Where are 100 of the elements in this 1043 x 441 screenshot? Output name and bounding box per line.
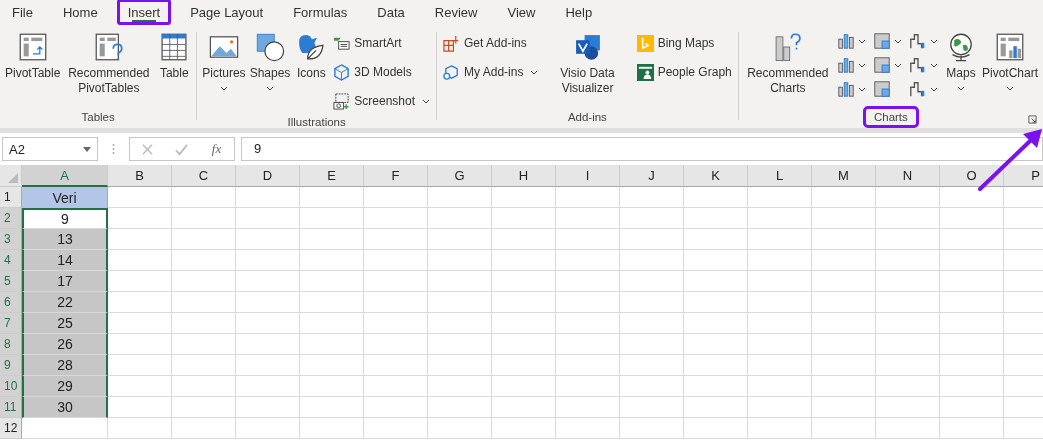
row-header[interactable]: 2 bbox=[0, 208, 22, 229]
caret-icon bbox=[930, 38, 938, 44]
ribbon-tab[interactable]: Help bbox=[555, 0, 603, 24]
grid-cell bbox=[684, 313, 748, 334]
grid-cell bbox=[364, 229, 428, 250]
row-header[interactable]: 9 bbox=[0, 355, 22, 376]
column-header[interactable]: B bbox=[108, 165, 172, 187]
column-header[interactable]: A bbox=[22, 165, 108, 187]
grid-cell bbox=[300, 334, 364, 355]
column-header[interactable]: K bbox=[684, 165, 748, 187]
grid-cell bbox=[620, 229, 684, 250]
table-cell: 28 bbox=[22, 355, 108, 376]
column-header[interactable]: C bbox=[172, 165, 236, 187]
row-header[interactable]: 5 bbox=[0, 271, 22, 292]
column-header[interactable]: M bbox=[812, 165, 876, 187]
row-header[interactable]: 11 bbox=[0, 397, 22, 418]
ribbon-button[interactable]: Shapes bbox=[248, 28, 292, 93]
name-box[interactable]: A2 bbox=[2, 137, 98, 161]
check-icon[interactable] bbox=[175, 142, 189, 156]
ribbon-button[interactable]: Recommended Charts bbox=[742, 28, 833, 98]
grid-cell bbox=[364, 250, 428, 271]
row-header[interactable]: 4 bbox=[0, 250, 22, 271]
grid-cell bbox=[428, 187, 492, 208]
ribbon-tab[interactable]: Review bbox=[424, 0, 488, 24]
row-header[interactable]: 6 bbox=[0, 292, 22, 313]
grid-cell bbox=[428, 271, 492, 292]
myaddins-icon bbox=[443, 63, 461, 81]
column-header[interactable]: D bbox=[236, 165, 300, 187]
ribbon-tab[interactable]: Home bbox=[52, 0, 108, 24]
row-header[interactable]: 1 bbox=[0, 187, 22, 208]
caret-icon bbox=[930, 86, 938, 92]
dialog-launcher-icon[interactable] bbox=[1028, 115, 1037, 124]
ribbon-button[interactable]: My Add-ins bbox=[441, 59, 541, 85]
grid-cell bbox=[940, 355, 1004, 376]
grid-cell bbox=[556, 397, 620, 418]
table-cell: 26 bbox=[22, 334, 108, 355]
grid-cell bbox=[236, 376, 300, 397]
grid-cell bbox=[236, 334, 300, 355]
ribbon-tab[interactable]: Data bbox=[367, 0, 415, 24]
column-header[interactable]: O bbox=[940, 165, 1004, 187]
grid-cell bbox=[364, 208, 428, 229]
grid-cell bbox=[172, 271, 236, 292]
ribbon-button[interactable]: Icons bbox=[293, 28, 330, 83]
table-cell: 25 bbox=[22, 313, 108, 334]
column-header[interactable]: N bbox=[876, 165, 940, 187]
grid-cell bbox=[620, 397, 684, 418]
row-header[interactable]: 8 bbox=[0, 334, 22, 355]
people-icon bbox=[636, 63, 654, 81]
row-header[interactable]: 7 bbox=[0, 313, 22, 334]
ribbon-button[interactable]: Pictures bbox=[201, 28, 247, 93]
row-header[interactable]: 12 bbox=[0, 418, 22, 439]
column-header[interactable]: H bbox=[492, 165, 556, 187]
ribbon-button[interactable]: Visio Data Visualizer bbox=[542, 28, 633, 98]
grid-cell bbox=[940, 397, 1004, 418]
column-header[interactable]: L bbox=[748, 165, 812, 187]
grid-cell bbox=[812, 355, 876, 376]
column-header[interactable]: E bbox=[300, 165, 364, 187]
column-header[interactable]: I bbox=[556, 165, 620, 187]
ribbon-tab[interactable]: File bbox=[2, 0, 43, 24]
ribbon-button[interactable]: SmartArt bbox=[331, 30, 433, 56]
ribbon-tab[interactable]: Page Layout bbox=[180, 0, 274, 24]
ribbon-button[interactable]: Bing Maps bbox=[634, 30, 734, 56]
grid-cell bbox=[748, 292, 812, 313]
ribbon-button[interactable]: PivotTable bbox=[4, 28, 62, 83]
ribbon-button[interactable]: Table bbox=[156, 28, 193, 83]
column-header[interactable]: G bbox=[428, 165, 492, 187]
caret-icon bbox=[858, 38, 866, 44]
ribbon-button[interactable]: Maps bbox=[943, 28, 979, 93]
group-label: Add-ins bbox=[566, 110, 608, 125]
column-header[interactable]: P bbox=[1004, 165, 1043, 187]
ribbon-tab[interactable]: Formulas bbox=[283, 0, 358, 24]
ribbon-button[interactable]: 3D Models bbox=[331, 59, 433, 85]
grid-cell bbox=[492, 208, 556, 229]
ribbon-button[interactable]: Recommended PivotTables bbox=[63, 28, 155, 98]
row-header[interactable]: 3 bbox=[0, 229, 22, 250]
ribbon-button[interactable]: PivotChart bbox=[981, 28, 1039, 93]
row-header[interactable]: 10 bbox=[0, 376, 22, 397]
insert-function-button[interactable]: fx bbox=[209, 141, 224, 157]
ribbon-tab[interactable]: Insert bbox=[117, 0, 171, 24]
column-header[interactable]: F bbox=[364, 165, 428, 187]
grid-cell bbox=[428, 418, 492, 439]
caret-icon bbox=[957, 86, 965, 91]
ribbon-button[interactable]: Screenshot bbox=[331, 88, 433, 114]
formula-input[interactable]: 9 bbox=[241, 137, 1043, 161]
ribbon-button[interactable]: People Graph bbox=[634, 59, 734, 85]
grid-cell bbox=[876, 229, 940, 250]
ribbon-tab[interactable]: View bbox=[497, 0, 546, 24]
caret-icon bbox=[530, 69, 539, 75]
caret-icon bbox=[930, 62, 938, 68]
column-header[interactable]: J bbox=[620, 165, 684, 187]
table-cell: 29 bbox=[22, 376, 108, 397]
grid-cell bbox=[300, 292, 364, 313]
ribbon-button[interactable]: Get Add-ins bbox=[441, 30, 541, 56]
grid-cell bbox=[620, 292, 684, 313]
grid-cell bbox=[172, 355, 236, 376]
grid-cell bbox=[108, 208, 172, 229]
grid-cell bbox=[876, 292, 940, 313]
grid-cell bbox=[748, 229, 812, 250]
group-label: Tables bbox=[80, 110, 116, 125]
hierarchy-chart-icon bbox=[873, 32, 891, 50]
